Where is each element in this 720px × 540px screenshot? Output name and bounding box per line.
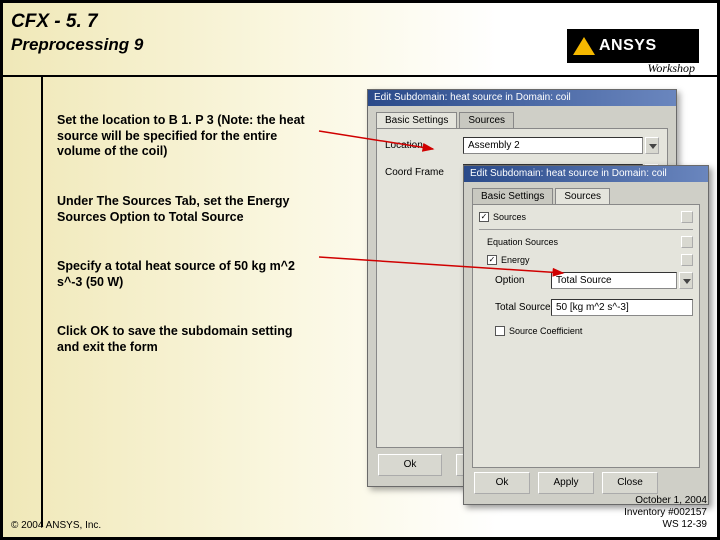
footer-date: October 1, 2004: [624, 495, 707, 507]
dialog-buttons: Ok Apply Close: [474, 472, 658, 494]
close-button[interactable]: Close: [602, 472, 658, 494]
copyright: © 2004 ANSYS, Inc.: [11, 520, 101, 531]
checkbox-icon[interactable]: ✓: [479, 212, 489, 222]
checkbox-icon[interactable]: [495, 326, 505, 336]
ansys-logo-text: ANSYS: [599, 37, 657, 55]
ansys-logo: ANSYS: [567, 29, 699, 63]
footnote: October 1, 2004 Inventory #002157 WS 12-…: [624, 495, 707, 531]
coord-label: Coord Frame: [385, 167, 463, 178]
divider: [479, 229, 693, 230]
expand-icon[interactable]: [681, 254, 693, 266]
source-coef-label: Source Coefficient: [509, 326, 582, 336]
equation-sources-row: Equation Sources: [487, 236, 693, 248]
location-select[interactable]: Assembly 2: [463, 137, 643, 154]
ok-button[interactable]: Ok: [474, 472, 530, 494]
expand-icon[interactable]: [681, 211, 693, 223]
source-coef-row: Source Coefficient: [495, 326, 693, 336]
chevron-down-icon[interactable]: [645, 137, 659, 154]
dialog-tabs: Basic Settings Sources: [368, 106, 676, 128]
field-row-location: Location Assembly 2: [385, 137, 659, 154]
tab-basic-settings[interactable]: Basic Settings: [376, 112, 457, 128]
instruction-step: Under The Sources Tab, set the Energy So…: [57, 194, 317, 225]
checkbox-icon[interactable]: ✓: [487, 255, 497, 265]
title-block: CFX - 5. 7 Preprocessing 9: [11, 11, 143, 55]
chevron-down-icon[interactable]: [679, 272, 693, 289]
footer-page: WS 12-39: [624, 519, 707, 531]
title-product: CFX - 5. 7: [11, 11, 143, 33]
instruction-step: Specify a total heat source of 50 kg m^2…: [57, 259, 317, 290]
equation-sources-label: Equation Sources: [487, 237, 558, 247]
slide: CFX - 5. 7 Preprocessing 9 ANSYS Worksho…: [3, 3, 717, 537]
dialog-body: ✓ Sources Equation Sources ✓ Energy Opti…: [472, 204, 700, 468]
tab-basic-settings[interactable]: Basic Settings: [472, 188, 553, 204]
option-label: Option: [495, 275, 551, 286]
total-source-label: Total Source: [495, 302, 551, 313]
expand-icon[interactable]: [681, 236, 693, 248]
divider-top: [3, 75, 717, 77]
title-section: Preprocessing 9: [11, 35, 143, 55]
dialog-titlebar: Edit Subdomain: heat source in Domain: c…: [368, 90, 676, 106]
option-row: Option Total Source: [495, 272, 693, 289]
divider-vertical: [41, 75, 43, 527]
location-label: Location: [385, 140, 463, 151]
workshop-label: Workshop: [647, 61, 695, 76]
edit-subdomain-dialog-sources: Edit Subdomain: heat source in Domain: c…: [463, 165, 709, 505]
ansys-logo-icon: [573, 37, 595, 55]
option-select[interactable]: Total Source: [551, 272, 677, 289]
tab-sources[interactable]: Sources: [555, 188, 610, 204]
energy-checkbox-label: Energy: [501, 255, 530, 265]
footer-inventory: Inventory #002157: [624, 507, 707, 519]
energy-checkbox-row: ✓ Energy: [487, 254, 693, 266]
sources-checkbox-row: ✓ Sources: [479, 211, 693, 223]
instruction-list: Set the location to B 1. P 3 (Note: the …: [57, 113, 317, 390]
dialog-titlebar: Edit Subdomain: heat source in Domain: c…: [464, 166, 708, 182]
instruction-step: Set the location to B 1. P 3 (Note: the …: [57, 113, 317, 160]
total-source-input[interactable]: 50 [kg m^2 s^-3]: [551, 299, 693, 316]
sources-checkbox-label: Sources: [493, 212, 526, 222]
apply-button[interactable]: Apply: [538, 472, 594, 494]
ok-button[interactable]: Ok: [378, 454, 442, 476]
tab-sources[interactable]: Sources: [459, 112, 514, 128]
dialog-tabs: Basic Settings Sources: [464, 182, 708, 204]
instruction-step: Click OK to save the subdomain setting a…: [57, 324, 317, 355]
total-source-row: Total Source 50 [kg m^2 s^-3]: [495, 299, 693, 316]
